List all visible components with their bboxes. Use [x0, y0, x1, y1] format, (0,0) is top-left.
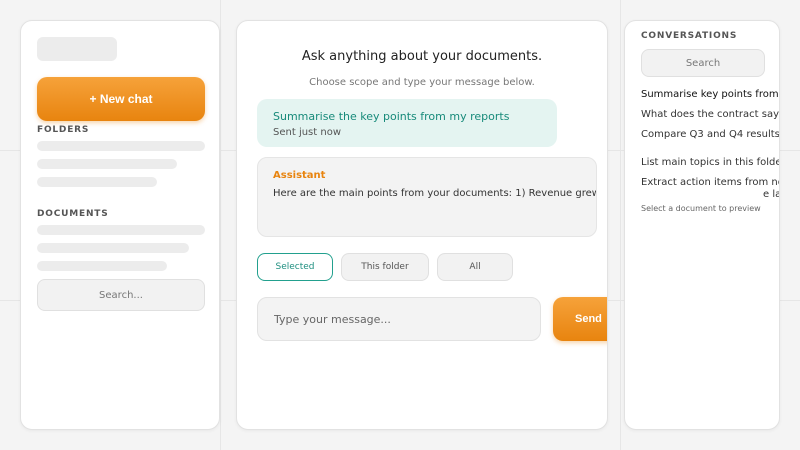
folder-item-placeholder[interactable]: [37, 159, 177, 169]
user-message-bubble: Summarise the key points from my reports…: [257, 99, 557, 147]
new-chat-button[interactable]: + New chat: [37, 77, 205, 121]
documents-heading: DOCUMENTS: [37, 209, 109, 219]
folder-item-placeholder[interactable]: [37, 177, 157, 187]
document-item-placeholder[interactable]: [37, 261, 167, 271]
background-divider: [220, 0, 221, 450]
scope-this-folder-button[interactable]: This folder: [341, 253, 429, 281]
conversation-item[interactable]: Compare Q3 and Q4 results: [641, 129, 779, 140]
folders-heading: FOLDERS: [37, 125, 90, 135]
conversation-item-overflow: e la: [763, 189, 780, 200]
chat-title: Ask anything about your documents.: [301, 49, 543, 64]
conversation-item[interactable]: Summarise key points from my: [641, 89, 779, 100]
conversation-item[interactable]: Extract action items from notes: [641, 177, 779, 188]
send-button[interactable]: Send: [553, 297, 607, 341]
document-item-placeholder[interactable]: [37, 225, 205, 235]
conversation-item[interactable]: List main topics in this folder: [641, 157, 779, 168]
conversations-panel: CONVERSATIONS Search Summarise key point…: [624, 20, 780, 430]
document-search-input[interactable]: Search...: [37, 279, 205, 311]
scope-all-button[interactable]: All: [437, 253, 513, 281]
preview-hint: Select a document to preview: [641, 204, 761, 213]
left-sidebar: + New chat FOLDERS DOCUMENTS Search...: [20, 20, 220, 430]
logo-placeholder: [37, 37, 117, 61]
assistant-message-text: Here are the main points from your docum…: [273, 188, 597, 199]
conversation-search-input[interactable]: Search: [641, 49, 765, 77]
user-message-time: Sent just now: [273, 127, 341, 138]
chat-panel: Ask anything about your documents. Choos…: [236, 20, 608, 430]
assistant-message: Assistant Here are the main points from …: [257, 157, 597, 237]
assistant-label: Assistant: [273, 170, 326, 181]
scope-selected-button[interactable]: Selected: [257, 253, 333, 281]
folder-item-placeholder[interactable]: [37, 141, 205, 151]
conversation-item[interactable]: What does the contract say abo: [641, 109, 779, 120]
message-input[interactable]: [257, 297, 541, 341]
conversations-heading: CONVERSATIONS: [641, 31, 738, 41]
document-item-placeholder[interactable]: [37, 243, 189, 253]
background-divider: [620, 0, 621, 450]
user-message-text: Summarise the key points from my reports: [273, 110, 510, 123]
chat-subtitle: Choose scope and type your message below…: [309, 77, 535, 88]
